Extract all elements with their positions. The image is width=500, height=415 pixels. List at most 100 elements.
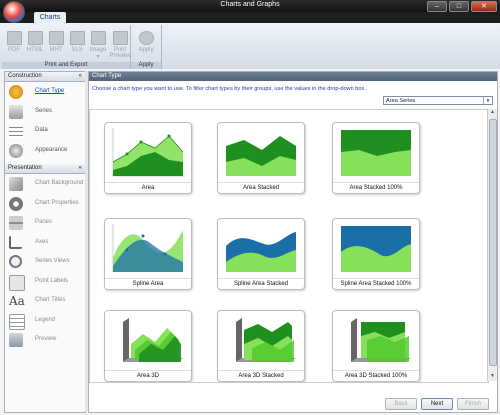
preview-icon (9, 333, 23, 347)
pane-header: Chart Type (89, 72, 497, 81)
nav-chart-type[interactable]: Chart Type (5, 82, 85, 102)
chart-option-area-stacked-100[interactable]: Area Stacked 100% (332, 122, 420, 194)
chart-option-spline-area-stacked-100[interactable]: Spline Area Stacked 100% (332, 218, 420, 290)
scroll-up-icon[interactable]: ▲ (488, 109, 497, 117)
gear-icon (9, 196, 23, 211)
app-menu-button[interactable] (3, 1, 25, 23)
dropdown-arrow-icon: ▾ (96, 54, 100, 60)
xls-icon (69, 31, 85, 45)
collapse-icon[interactable]: « (79, 72, 82, 81)
chart-option-label: Area 3D (105, 370, 191, 379)
nav-chart-properties[interactable]: Chart Properties (5, 194, 85, 214)
group-title-apply: Apply (131, 62, 161, 69)
finish-button[interactable]: Finish (457, 398, 489, 410)
chart-option-label: Area 3D Stacked (218, 370, 304, 379)
chart-option-area[interactable]: Area (104, 122, 192, 194)
chevron-down-icon[interactable]: ▾ (483, 97, 492, 104)
chart-option-area-3d-stacked[interactable]: Area 3D Stacked (217, 310, 305, 382)
nav-axes[interactable]: Axes (5, 233, 85, 253)
wizard-body: Construction « Chart Type Series Data Ap… (0, 69, 500, 415)
next-button[interactable]: Next (421, 398, 453, 410)
area-stacked-100-thumbnail (341, 130, 411, 176)
group-title-print-export: Print and Export (2, 62, 130, 69)
collapse-icon[interactable]: « (79, 164, 82, 173)
nav-panes[interactable]: Panes (5, 213, 85, 233)
gallery-scrollbar[interactable]: ▲ ▼ (487, 109, 497, 381)
chart-option-label: Area Stacked 100% (333, 182, 419, 191)
area-3d-stacked-thumbnail (236, 318, 296, 362)
spline-area-stacked-thumbnail (226, 232, 296, 272)
pdf-button[interactable]: PDF (4, 27, 24, 61)
print-preview-button[interactable]: Print Preview (109, 27, 131, 61)
nav-legend[interactable]: Legend (5, 311, 85, 331)
chart-option-label: Area Stacked (218, 182, 304, 191)
legend-icon (9, 313, 25, 330)
nav-chart-background[interactable]: Chart Background (5, 174, 85, 194)
app-window: Charts and Graphs – □ ✕ Charts PDF HTML … (0, 0, 500, 415)
chart-type-pane: Chart Type Choose a chart type you want … (88, 71, 498, 413)
chart-type-icon (9, 85, 23, 99)
navigation-pane: Construction « Chart Type Series Data Ap… (4, 71, 86, 413)
area-3d-thumbnail (123, 318, 183, 362)
magnifier-icon (9, 255, 22, 268)
chart-option-label: Spline Area (105, 278, 191, 287)
ribbon: PDF HTML MHT XLS Image ▾ Print Preview Pr… (0, 23, 500, 70)
chart-option-label: Area 3D Stacked 100% (333, 370, 419, 379)
series-icon (9, 104, 23, 119)
xls-button[interactable]: XLS (67, 27, 87, 61)
chart-option-area-3d[interactable]: Area 3D (104, 310, 192, 382)
titles-icon: Aa (9, 294, 25, 308)
nav-series[interactable]: Series (5, 102, 85, 122)
scroll-down-icon[interactable]: ▼ (488, 373, 497, 381)
chart-option-area-stacked[interactable]: Area Stacked (217, 122, 305, 194)
maximize-button[interactable]: □ (449, 1, 469, 12)
chart-option-spline-area[interactable]: Spline Area (104, 218, 192, 290)
html-icon (27, 31, 43, 45)
chart-option-label: Spline Area Stacked 100% (333, 278, 419, 287)
spline-area-thumbnail (112, 224, 183, 272)
nav-series-views[interactable]: Series Views (5, 252, 85, 272)
apply-button[interactable]: Apply (136, 27, 156, 61)
printer-icon (112, 31, 128, 45)
apply-icon (138, 31, 154, 45)
chart-gallery: Area Area Stacked Area Stacked 100% Spli… (89, 109, 489, 383)
minimize-button[interactable]: – (427, 1, 447, 12)
axes-icon (9, 235, 22, 249)
chart-option-label: Area (105, 182, 191, 191)
mht-button[interactable]: MHT (46, 27, 66, 61)
apply-group: Apply Apply (131, 25, 162, 69)
wizard-navigation: Back Next Finish (385, 398, 489, 410)
area-3d-stacked-100-thumbnail (351, 318, 411, 362)
nav-point-labels[interactable]: Point Labels (5, 272, 85, 292)
nav-chart-titles[interactable]: Aa Chart Titles (5, 291, 85, 311)
nav-data[interactable]: Data (5, 121, 85, 141)
html-button[interactable]: HTML (25, 27, 45, 61)
window-title: Charts and Graphs (220, 1, 280, 8)
print-export-group: PDF HTML MHT XLS Image ▾ Print Preview Pr… (2, 25, 131, 69)
spline-area-stacked-100-thumbnail (341, 226, 411, 272)
scrollbar-thumb[interactable] (489, 119, 497, 366)
nav-preview[interactable]: Preview (5, 330, 85, 350)
construction-header[interactable]: Construction « (5, 72, 85, 82)
pdf-icon (6, 31, 22, 45)
chart-option-area-3d-stacked-100[interactable]: Area 3D Stacked 100% (332, 310, 420, 382)
instructions-text: Choose a chart type you want to use. To … (92, 86, 366, 92)
area-stacked-thumbnail (226, 136, 296, 176)
close-button[interactable]: ✕ (471, 1, 497, 12)
chart-option-spline-area-stacked[interactable]: Spline Area Stacked (217, 218, 305, 290)
series-filter-dropdown[interactable]: Area Series ▾ (383, 96, 493, 105)
labels-icon (9, 274, 25, 291)
nav-appearance[interactable]: Appearance (5, 141, 85, 161)
tab-charts[interactable]: Charts (34, 12, 66, 23)
background-icon (9, 177, 23, 191)
presentation-header[interactable]: Presentation « (5, 164, 85, 174)
title-bar: Charts and Graphs – □ ✕ (0, 0, 500, 12)
image-icon (90, 31, 106, 45)
chart-option-label: Spline Area Stacked (218, 278, 304, 287)
back-button[interactable]: Back (385, 398, 417, 410)
image-button[interactable]: Image ▾ (88, 27, 108, 61)
mht-icon (48, 31, 64, 45)
area-chart-thumbnail (112, 128, 185, 177)
panes-icon (9, 216, 23, 230)
appearance-icon (9, 143, 23, 158)
